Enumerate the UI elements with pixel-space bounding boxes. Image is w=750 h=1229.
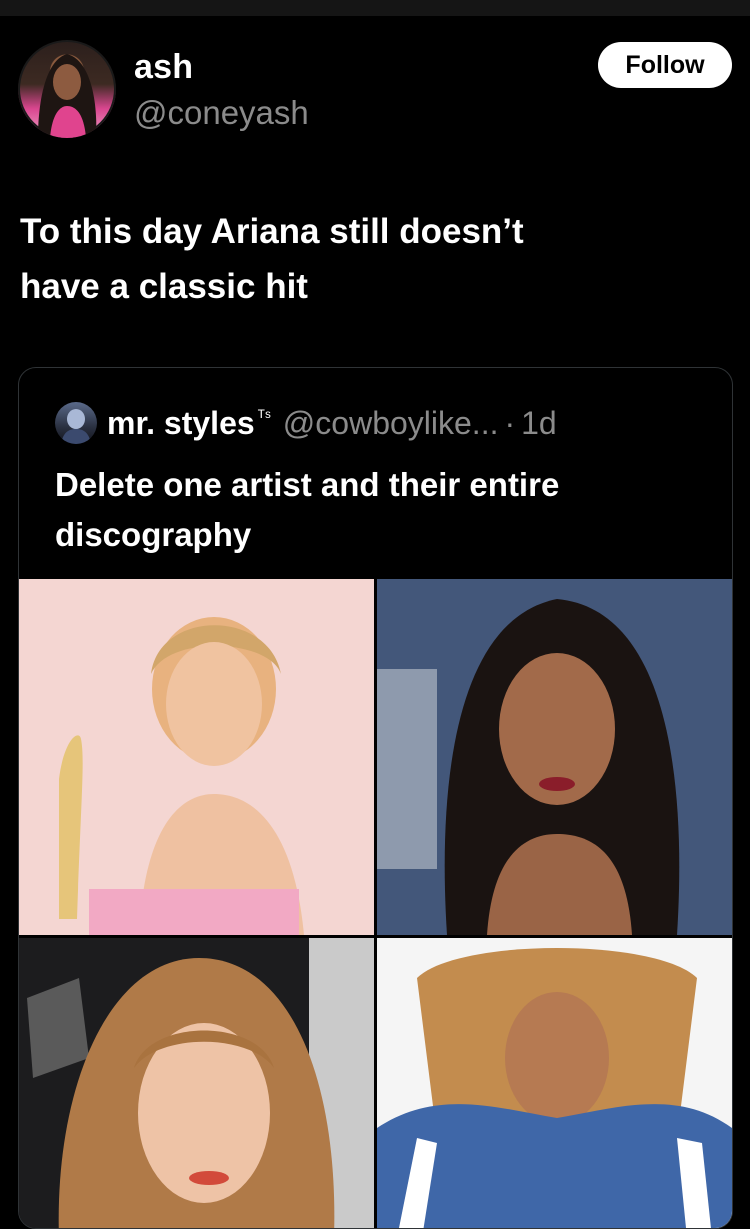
quoted-author-name-text: mr. styles [107,404,255,441]
quoted-timestamp[interactable]: 1d [521,405,557,442]
profile-photo-icon [61,409,91,444]
portrait-photo-icon [377,938,732,1228]
portrait-photo-icon [377,579,732,935]
media-image-2[interactable] [377,579,732,935]
profile-photo-icon [38,54,97,138]
portrait-photo-icon [19,579,374,935]
quoted-tweet-header: mr. styles ᵀˢ @cowboylike... · 1d [55,401,557,445]
media-image-3[interactable] [19,938,374,1228]
portrait-photo-icon [19,938,374,1228]
separator-dot: · [504,404,516,441]
quoted-author-avatar[interactable] [55,402,97,444]
follow-button[interactable]: Follow [598,42,732,88]
media-image-4[interactable] [377,938,732,1228]
media-grid [19,579,732,1228]
quoted-text-line: discography [55,516,252,553]
media-image-1[interactable] [19,579,374,935]
tweet-author: ash @coneyash Follow [18,40,732,140]
quoted-tweet-text: Delete one artist and their entire disco… [55,460,705,560]
quoted-tweet[interactable]: mr. styles ᵀˢ @cowboylike... · 1d Delete … [18,367,733,1229]
tweet-text-line: have a classic hit [20,267,308,306]
status-bar [0,0,750,16]
quoted-text-line: Delete one artist and their entire [55,466,560,503]
tweet-text-line: To this day Ariana still doesn’t [20,212,524,251]
author-handle[interactable]: @coneyash [134,94,309,132]
quoted-author-handle[interactable]: @cowboylike... [283,405,499,442]
quoted-author-name-suffix: ᵀˢ [257,406,271,426]
tweet-text: To this day Ariana still doesn’t have a … [20,204,720,314]
author-name[interactable]: ash [134,48,193,87]
author-avatar[interactable] [18,40,116,138]
quoted-author-name[interactable]: mr. styles ᵀˢ [107,405,271,442]
